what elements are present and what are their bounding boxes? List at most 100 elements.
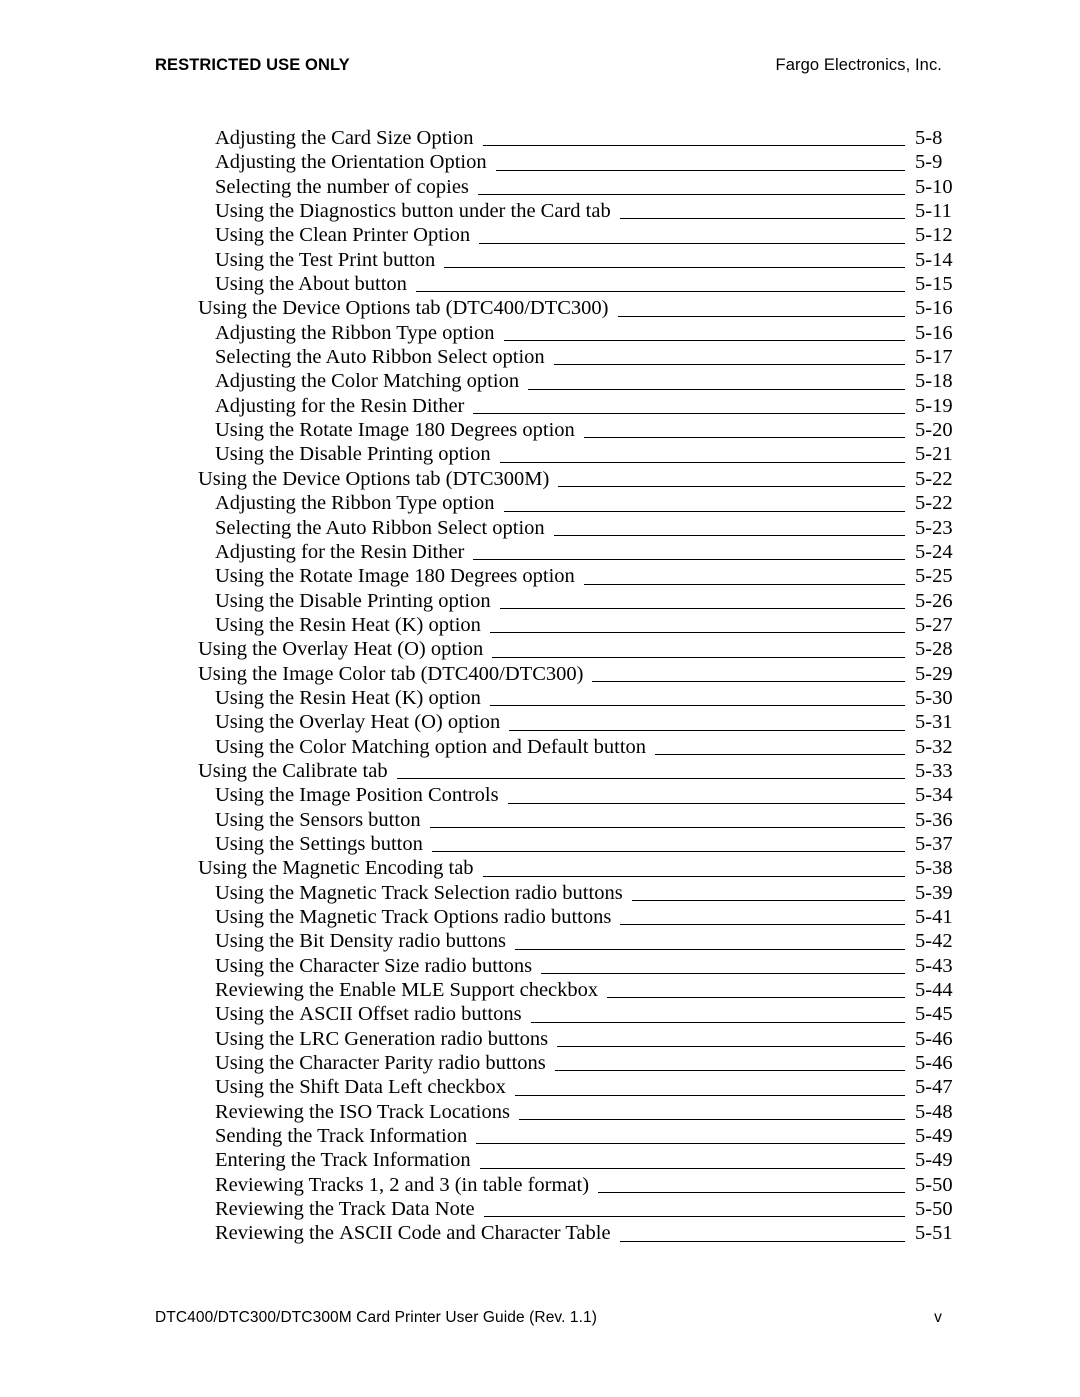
- toc-entry[interactable]: Adjusting the Color Matching option 5-18: [0, 369, 1080, 393]
- toc-entry[interactable]: Using the Disable Printing option 5-26: [0, 589, 1080, 613]
- toc-entry[interactable]: Adjusting the Card Size Option 5-8: [0, 126, 1080, 150]
- toc-entry[interactable]: Selecting the number of copies 5-10: [0, 175, 1080, 199]
- toc-entry-title: Using the Resin Heat (K) option: [215, 613, 481, 636]
- toc-entry[interactable]: Using the Sensors button 5-36: [0, 808, 1080, 832]
- toc-entry[interactable]: Using the Image Color tab (DTC400/DTC300…: [0, 662, 1080, 686]
- toc-entry[interactable]: Adjusting for the Resin Dither 5-24: [0, 540, 1080, 564]
- toc-entry-title: Using the Test Print button: [215, 248, 436, 271]
- toc-entry-title: Using the Clean Printer Option: [215, 224, 471, 247]
- acronym-smallcaps: ASCII: [299, 1003, 353, 1026]
- page-footer: DTC400/DTC300/DTC300M Card Printer User …: [155, 1309, 942, 1333]
- toc-entry[interactable]: Using the Shift Data Left checkbox 5-47: [0, 1075, 1080, 1099]
- toc-leader-line: [415, 291, 905, 293]
- toc-entry[interactable]: Using the Settings button 5-37: [0, 832, 1080, 856]
- toc-entry-title: Using the About button: [215, 273, 407, 296]
- toc-leader-line: [541, 973, 905, 975]
- toc-entry[interactable]: Entering the Track Information 5-49: [0, 1148, 1080, 1172]
- toc-entry-page-number: 5-10: [915, 175, 953, 198]
- toc-entry[interactable]: Adjusting the Ribbon Type option 5-16: [0, 321, 1080, 345]
- toc-entry-title: Adjusting for the Resin Dither: [215, 394, 465, 417]
- toc-entry-page-number: 5-20: [915, 419, 953, 442]
- page-header: RESTRICTED USE ONLY Fargo Electronics, I…: [155, 56, 942, 80]
- toc-entry-page-number: 5-49: [915, 1149, 953, 1172]
- footer-document-title: DTC400/DTC300/DTC300M Card Printer User …: [155, 1309, 598, 1326]
- toc-entry-title: Using the Calibrate tab: [198, 759, 388, 782]
- toc-leader-line: [553, 364, 905, 366]
- toc-entry-page-number: 5-37: [915, 832, 953, 855]
- toc-entry[interactable]: Using the Overlay Heat (O) option 5-31: [0, 710, 1080, 734]
- toc-entry[interactable]: Using the Magnetic Track Options radio b…: [0, 905, 1080, 929]
- toc-entry[interactable]: Reviewing the ISO Track Locations 5-48: [0, 1100, 1080, 1124]
- toc-leader-line: [492, 656, 905, 658]
- toc-entry[interactable]: Using the Device Options tab (DTC400/DTC…: [0, 296, 1080, 320]
- toc-entry-page-number: 5-45: [915, 1003, 953, 1026]
- toc-entry[interactable]: Selecting the Auto Ribbon Select option 5…: [0, 516, 1080, 540]
- toc-entry-title: Using the Image Color tab (DTC400/DTC300…: [198, 662, 584, 685]
- toc-leader-line: [503, 510, 905, 512]
- toc-entry-title: Selecting the Auto Ribbon Select option: [215, 516, 545, 539]
- toc-entry-title: Using the Shift Data Left checkbox: [215, 1076, 506, 1099]
- toc-entry-page-number: 5-11: [915, 200, 952, 223]
- toc-entry[interactable]: Using the Clean Printer Option 5-12: [0, 223, 1080, 247]
- toc-entry[interactable]: Using the Magnetic Track Selection radio…: [0, 881, 1080, 905]
- toc-entry-title: Using the Device Options tab (DTC300M): [198, 467, 550, 490]
- toc-leader-line: [598, 1192, 905, 1194]
- toc-entry[interactable]: Using the Color Matching option and Defa…: [0, 735, 1080, 759]
- toc-entry-page-number: 5-27: [915, 613, 953, 636]
- toc-entry[interactable]: Using the Overlay Heat (O) option 5-28: [0, 637, 1080, 661]
- toc-entry[interactable]: Using the Image Position Controls 5-34: [0, 783, 1080, 807]
- toc-leader-line: [557, 1046, 905, 1048]
- toc-entry[interactable]: Using the Diagnostics button under the C…: [0, 199, 1080, 223]
- toc-entry-page-number: 5-41: [915, 906, 953, 928]
- table-of-contents: Adjusting the Card Size Option 5-8 Adjusti…: [0, 126, 1080, 1246]
- toc-entry-page-number: 5-28: [915, 638, 953, 661]
- toc-entry[interactable]: Reviewing the ASCII Code and Character T…: [0, 1221, 1080, 1245]
- toc-entry[interactable]: Using the Character Parity radio buttons…: [0, 1051, 1080, 1075]
- toc-entry[interactable]: Using the Character Size radio buttons 5-…: [0, 954, 1080, 978]
- toc-entry[interactable]: Reviewing Tracks 1, 2 and 3 (in table fo…: [0, 1173, 1080, 1197]
- toc-entry[interactable]: Using the ASCII Offset radio buttons 5-45: [0, 1002, 1080, 1026]
- toc-entry[interactable]: Using the Disable Printing option 5-21: [0, 442, 1080, 466]
- toc-entry-page-number: 5-16: [915, 297, 953, 320]
- toc-entry[interactable]: Selecting the Auto Ribbon Select option 5…: [0, 345, 1080, 369]
- toc-entry[interactable]: Sending the Track Information 5-49: [0, 1124, 1080, 1148]
- toc-entry[interactable]: Using the Magnetic Encoding tab 5-38: [0, 856, 1080, 880]
- toc-entry-title: Entering the Track Information: [215, 1149, 471, 1172]
- toc-leader-line: [483, 1216, 905, 1218]
- toc-entry-page-number: 5-39: [915, 881, 953, 904]
- toc-entry[interactable]: Using the Calibrate tab 5-33: [0, 759, 1080, 783]
- toc-entry[interactable]: Using the Device Options tab (DTC300M) 5-…: [0, 467, 1080, 491]
- toc-entry[interactable]: Using the LRC Generation radio buttons 5-…: [0, 1027, 1080, 1051]
- toc-entry-title: Using the Rotate Image 180 Degrees optio…: [215, 565, 575, 588]
- toc-entry-title: Reviewing the ISO Track Locations: [215, 1100, 510, 1123]
- toc-entry[interactable]: Using the About button 5-15: [0, 272, 1080, 296]
- toc-leader-line: [473, 413, 905, 415]
- toc-entry-title: Using the Disable Printing option: [215, 589, 491, 612]
- toc-entry-page-number: 5-48: [915, 1100, 953, 1123]
- toc-entry[interactable]: Using the Resin Heat (K) option 5-27: [0, 613, 1080, 637]
- toc-entry-title: Adjusting for the Resin Dither: [215, 540, 465, 563]
- toc-entry[interactable]: Using the Rotate Image 180 Degrees optio…: [0, 564, 1080, 588]
- toc-entry-title: Using the Character Size radio buttons: [215, 954, 533, 977]
- toc-entry[interactable]: Reviewing the Enable MLE Support checkbo…: [0, 978, 1080, 1002]
- toc-entry[interactable]: Using the Bit Density radio buttons 5-42: [0, 929, 1080, 953]
- toc-entry-page-number: 5-34: [915, 784, 953, 807]
- toc-entry-page-number: 5-32: [915, 735, 953, 758]
- toc-entry-title: Adjusting the Card Size Option: [215, 127, 474, 149]
- toc-leader-line: [507, 802, 905, 804]
- toc-leader-line: [479, 1167, 905, 1169]
- toc-entry-title: Using the Character Parity radio buttons: [215, 1052, 546, 1075]
- toc-entry[interactable]: Adjusting the Orientation Option 5-9: [0, 150, 1080, 174]
- toc-entry[interactable]: Using the Test Print button 5-14: [0, 248, 1080, 272]
- toc-entry-page-number: 5-14: [915, 248, 953, 271]
- toc-entry-title: Using the Sensors button: [215, 808, 421, 831]
- toc-entry-page-number: 5-43: [915, 954, 953, 977]
- toc-leader-line: [619, 218, 905, 220]
- toc-leader-line: [528, 388, 905, 390]
- toc-entry[interactable]: Reviewing the Track Data Note 5-50: [0, 1197, 1080, 1221]
- toc-entry[interactable]: Using the Rotate Image 180 Degrees optio…: [0, 418, 1080, 442]
- toc-entry[interactable]: Using the Resin Heat (K) option 5-30: [0, 686, 1080, 710]
- toc-entry[interactable]: Adjusting for the Resin Dither 5-19: [0, 394, 1080, 418]
- toc-entry[interactable]: Adjusting the Ribbon Type option 5-22: [0, 491, 1080, 515]
- toc-entry-title: Using the Resin Heat (K) option: [215, 686, 481, 709]
